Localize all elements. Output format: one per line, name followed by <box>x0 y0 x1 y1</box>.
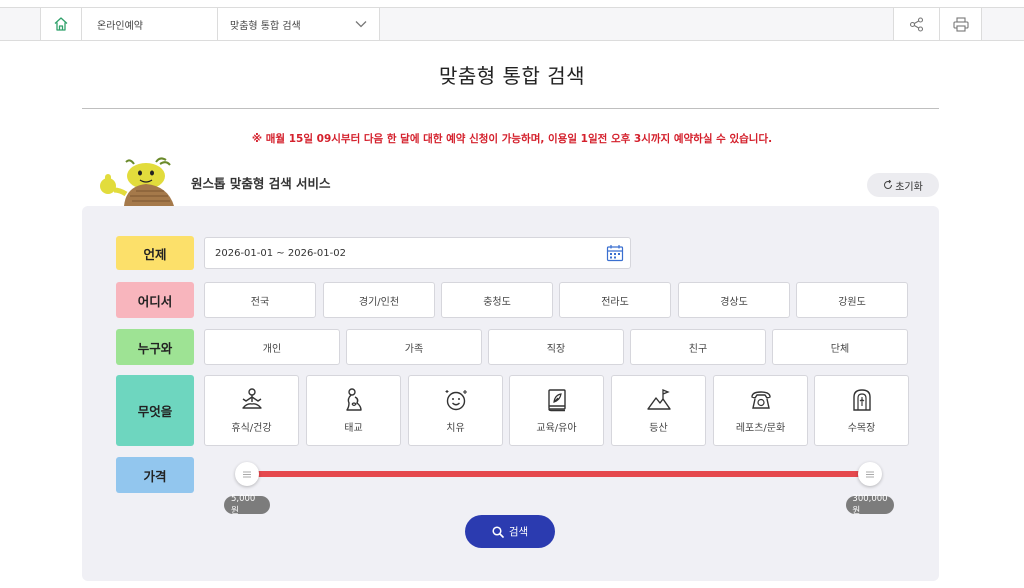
theme-label: 치유 <box>446 423 465 434</box>
top-nav-bar: 온라인예약 맞춤형 통합 검색 <box>0 7 1024 41</box>
title-divider <box>82 108 939 109</box>
region-option-chungcheong[interactable]: 충청도 <box>441 282 553 318</box>
price-slider-min-handle[interactable] <box>235 462 259 486</box>
theme-option-prenatal[interactable]: 태교 <box>306 375 401 446</box>
book-icon <box>547 389 566 412</box>
service-title: 원스톱 맞춤형 검색 서비스 <box>191 176 331 191</box>
search-label: 검색 <box>508 526 529 538</box>
mountain-icon <box>646 389 671 410</box>
share-button[interactable] <box>893 8 940 40</box>
price-max-value: 300,000원 <box>846 494 894 516</box>
price-slider-track[interactable] <box>247 471 870 477</box>
page-title: 맞춤형 통합 검색 <box>438 64 585 88</box>
theme-label: 휴식/건강 <box>231 423 272 434</box>
home-button[interactable] <box>40 8 82 40</box>
theme-label: 태교 <box>344 423 363 434</box>
print-button[interactable] <box>940 8 982 40</box>
label-where: 어디서 <box>116 282 194 318</box>
date-range-input[interactable]: 2026-01-01 ~ 2026-01-02 <box>204 237 631 269</box>
breadcrumb-label: 맞춤형 통합 검색 <box>230 20 301 32</box>
companion-option-family[interactable]: 가족 <box>346 329 482 365</box>
price-min-value: 5,000원 <box>224 494 270 516</box>
memorial-icon <box>852 389 871 411</box>
theme-option-tree-burial[interactable]: 수목장 <box>814 375 909 446</box>
grip-icon <box>243 471 251 477</box>
pregnancy-icon <box>345 388 362 411</box>
region-option-jeolla[interactable]: 전라도 <box>559 282 671 318</box>
theme-option-education[interactable]: 교육/유아 <box>509 375 604 446</box>
reservation-notice: ※ 매월 15일 09시부터 다음 한 달에 대한 예약 신청이 가능하며, 이… <box>251 133 773 145</box>
region-option-gyeonggi[interactable]: 경기/인천 <box>323 282 435 318</box>
region-option-gyeongsang[interactable]: 경상도 <box>678 282 790 318</box>
calendar-icon[interactable] <box>606 244 624 262</box>
theme-label: 등산 <box>649 423 668 434</box>
companion-option-friend[interactable]: 친구 <box>630 329 766 365</box>
breadcrumb-online-reservation[interactable]: 온라인예약 <box>82 8 218 40</box>
companion-option-individual[interactable]: 개인 <box>204 329 340 365</box>
home-icon <box>54 17 68 31</box>
companion-option-work[interactable]: 직장 <box>488 329 624 365</box>
theme-option-rest[interactable]: 휴식/건강 <box>204 375 299 446</box>
reset-label: 초기화 <box>895 181 923 193</box>
breadcrumb-dropdown[interactable]: 맞춤형 통합 검색 <box>218 8 380 40</box>
region-option-gangwon[interactable]: 강원도 <box>796 282 908 318</box>
label-price: 가격 <box>116 457 194 493</box>
search-button[interactable]: 검색 <box>465 515 555 548</box>
theme-label: 수목장 <box>847 423 876 434</box>
chevron-down-icon <box>355 21 367 28</box>
refresh-icon <box>884 180 893 189</box>
printer-icon <box>952 16 969 32</box>
reset-button[interactable]: 초기화 <box>867 173 939 197</box>
meditation-icon <box>241 388 262 409</box>
label-what: 무엇을 <box>116 375 194 446</box>
grip-icon <box>866 471 874 477</box>
theme-option-healing[interactable]: 치유 <box>408 375 503 446</box>
theme-option-hiking[interactable]: 등산 <box>611 375 706 446</box>
theme-label: 레포츠/문화 <box>735 423 786 434</box>
theme-label: 교육/유아 <box>536 423 577 434</box>
smile-icon <box>445 390 467 411</box>
share-icon <box>909 16 924 32</box>
label-when: 언제 <box>116 236 194 270</box>
breadcrumb-label: 온라인예약 <box>97 20 143 32</box>
telephone-icon <box>750 391 771 409</box>
region-option-all[interactable]: 전국 <box>204 282 316 318</box>
price-slider-max-handle[interactable] <box>858 462 882 486</box>
label-who: 누구와 <box>116 329 194 365</box>
mascot-illustration <box>100 157 174 206</box>
search-icon <box>492 525 504 538</box>
theme-option-leisure[interactable]: 레포츠/문화 <box>713 375 808 446</box>
date-range-value: 2026-01-01 ~ 2026-01-02 <box>215 247 346 259</box>
companion-option-group[interactable]: 단체 <box>772 329 908 365</box>
